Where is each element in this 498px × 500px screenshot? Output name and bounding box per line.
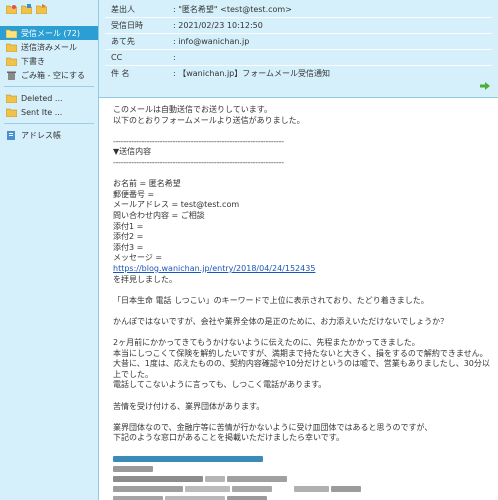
body-line: 電話してこないように言っても、しつこく電話があります。 (113, 380, 327, 390)
body-line: このメールは自動送信でお送りしています。 (113, 105, 272, 114)
folder-icon (5, 29, 18, 38)
next-arrow-icon[interactable] (480, 82, 490, 90)
header-cc: CC : (111, 51, 176, 63)
folder-label: アドレス帳 (21, 130, 61, 140)
address-book-icon (6, 130, 17, 140)
folder-icon (5, 57, 18, 66)
body-line: 2ヶ月前にかかってきてもうかけないように伝えたのに、先程またかかってきました。 (113, 338, 420, 348)
folder-label: ごみ箱 - 空にする (21, 70, 86, 80)
folder-label: 受信メール (72) (21, 28, 80, 38)
section-heading: ▼送信内容 (113, 147, 152, 157)
to-label: あて先 (111, 36, 135, 46)
divider (105, 65, 492, 66)
cc-value: : (173, 52, 176, 62)
date-label: 受信日時 (111, 20, 143, 30)
message-body: このメールは自動送信でお送りしています。 以下のとおりフォームメールより送信があ… (99, 97, 498, 500)
folder-settings-icon[interactable] (21, 4, 32, 14)
sidebar: 受信メール (72) 送信済みメール 下書き ごみ箱 - 空にする Delete… (0, 0, 99, 500)
body-line: 大昔に、1度は、応えたものの、契約内容確認や10分だけというのは嘘で、営業もあり… (113, 359, 490, 379)
field-attachment-1: 添付1 = (113, 221, 144, 231)
to-value: : info@wanichan.jp (173, 36, 250, 46)
redacted-line (113, 475, 498, 484)
body-line: 以下のとおりフォームメールより送信がありました。 (113, 115, 305, 125)
header-subject: 件 名 : 【wanichan.jp】フォームメール受信通知 (111, 67, 330, 79)
folder-label: Sent Ite ... (21, 107, 63, 117)
folder-label: Deleted ... (21, 93, 63, 103)
folder-drafts[interactable]: 下書き (0, 54, 98, 68)
field-email: メールアドレス = test@test.com (113, 200, 240, 210)
folder-list: 受信メール (72) 送信済みメール 下書き ごみ箱 - 空にする Delete… (0, 26, 98, 142)
trash-icon (6, 71, 17, 80)
redacted-line (113, 455, 498, 464)
new-folder-icon[interactable] (6, 4, 17, 14)
field-zip: 郵便番号 = (113, 189, 155, 199)
folder-sent[interactable]: 送信済みメール (0, 40, 98, 54)
field-message: メッセージ = (113, 253, 163, 263)
subject-value: : 【wanichan.jp】フォームメール受信通知 (173, 68, 331, 78)
header-from: 差出人 : "匿名希望" <test@test.com> (111, 3, 292, 15)
folder-trash[interactable]: ごみ箱 - 空にする (0, 68, 98, 82)
folder-icon (5, 108, 18, 117)
redacted-line (113, 485, 498, 494)
folder-icon (5, 94, 18, 103)
divider (4, 86, 94, 87)
message-header: 差出人 : "匿名希望" <test@test.com> 受信日時 : 2021… (99, 0, 498, 98)
body-line: 本当にしつこくて保険を解約したいですが、満期まで持たないと大きく、損をするので解… (113, 348, 488, 358)
header-date: 受信日時 : 2021/02/23 10:12:50 (111, 19, 263, 31)
field-inquiry: 問い合わせ内容 = ご相談 (113, 210, 205, 220)
from-label: 差出人 (111, 4, 135, 14)
divider (105, 17, 492, 18)
redacted-block (113, 455, 498, 500)
folder-sent-items[interactable]: Sent Ite ... (0, 105, 98, 119)
folder-label: 送信済みメール (21, 42, 77, 52)
open-folder-icon[interactable] (36, 4, 47, 14)
divider-line: ----------------------------------------… (113, 136, 284, 146)
body-line: かんぽではないですが、会社や業界全体の是正のために、お力添えいただけないでしょう… (113, 316, 449, 326)
blog-link[interactable]: https://blog.wanichan.jp/entry/2018/04/2… (113, 264, 315, 273)
body-line: 「日本生命 電話 しつこい」のキーワードで上位に表示されており、たどり着きました… (113, 295, 429, 305)
address-book[interactable]: アドレス帳 (0, 128, 98, 142)
body-line: を拝見しました。 (113, 274, 177, 284)
body-line: 苦情を受け付ける、業界団体があります。 (113, 401, 265, 411)
date-value: : 2021/02/23 10:12:50 (173, 20, 263, 30)
divider (4, 123, 94, 124)
header-to: あて先 : info@wanichan.jp (111, 35, 249, 47)
body-line: 下記のような窓口があることを掲載いただけましたら幸いです。 (113, 433, 344, 443)
redacted-line (113, 465, 498, 474)
folder-inbox[interactable]: 受信メール (72) (0, 26, 98, 40)
divider (105, 49, 492, 50)
cc-label: CC (111, 52, 123, 62)
folder-label: 下書き (21, 56, 45, 66)
body-line: 業界団体なので、金融庁等に苦情が行かないように受け皿団体ではあると思うのですが、 (113, 422, 433, 432)
field-attachment-2: 添付2 = (113, 232, 144, 242)
divider-line: ----------------------------------------… (113, 157, 284, 167)
divider (105, 33, 492, 34)
folder-deleted[interactable]: Deleted ... (0, 91, 98, 105)
folder-icon (5, 43, 18, 52)
subject-label: 件 名 (111, 68, 130, 78)
sidebar-toolbar (0, 0, 98, 18)
from-value: : "匿名希望" <test@test.com> (173, 4, 292, 14)
field-attachment-3: 添付3 = (113, 242, 144, 252)
redacted-line (113, 495, 498, 500)
field-name: お名前 = 匿名希望 (113, 179, 181, 189)
